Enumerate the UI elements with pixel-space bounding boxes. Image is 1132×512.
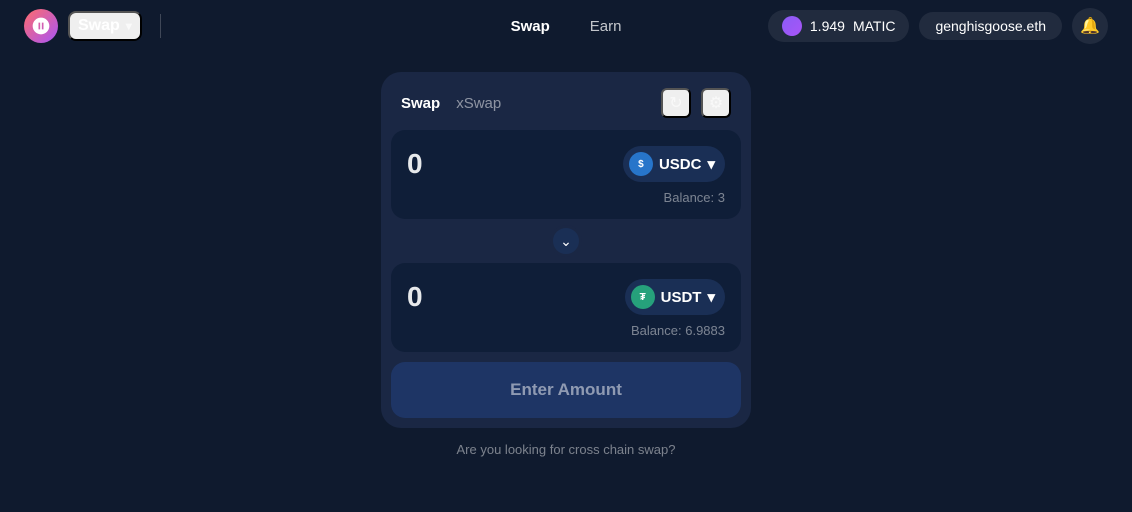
from-token-chevron-icon: ▾ xyxy=(707,155,715,173)
card-tabs: Swap xSwap xyxy=(401,93,501,114)
nav-link-swap[interactable]: Swap xyxy=(503,14,558,39)
app-logo xyxy=(24,9,58,43)
cross-chain-text: Are you looking for cross chain swap? xyxy=(457,442,676,457)
settings-button[interactable]: ⚙ xyxy=(701,88,731,118)
from-token-balance: Balance: 3 xyxy=(407,190,725,205)
swap-dropdown-label: Swap xyxy=(78,17,120,35)
nav-right: 1.949 MATIC genghisgoose.eth 🔔 xyxy=(768,8,1108,44)
wallet-address-button[interactable]: genghisgoose.eth xyxy=(919,12,1062,40)
usdt-icon: ₮ xyxy=(631,285,655,309)
matic-balance-badge: 1.949 MATIC xyxy=(768,10,910,42)
matic-symbol: MATIC xyxy=(853,18,896,34)
matic-amount: 1.949 xyxy=(810,18,845,34)
card-header: Swap xSwap ↻ ⚙ xyxy=(381,72,751,130)
nav-divider xyxy=(160,14,161,38)
gear-icon: ⚙ xyxy=(709,93,723,113)
swap-direction-wrapper: ⌄ xyxy=(381,225,751,257)
to-token-chevron-icon: ▾ xyxy=(707,288,715,306)
card-action-icons: ↻ ⚙ xyxy=(661,88,731,118)
nav-links: Swap Earn xyxy=(503,14,630,39)
from-token-panel: $ USDC ▾ Balance: 3 xyxy=(391,130,741,219)
to-token-selector[interactable]: ₮ USDT ▾ xyxy=(625,279,725,315)
matic-icon xyxy=(782,16,802,36)
from-token-selector[interactable]: $ USDC ▾ xyxy=(623,146,725,182)
swap-arrow-icon: ⌄ xyxy=(560,233,572,250)
nav-link-earn[interactable]: Earn xyxy=(582,14,630,39)
swap-dropdown-button[interactable]: Swap ▾ xyxy=(68,11,142,41)
refresh-icon: ↻ xyxy=(669,93,682,113)
logo-area: Swap ▾ xyxy=(24,9,169,43)
to-token-row: ₮ USDT ▾ xyxy=(407,279,725,315)
from-amount-input[interactable] xyxy=(407,148,527,180)
refresh-button[interactable]: ↻ xyxy=(661,88,691,118)
to-token-balance: Balance: 6.9883 xyxy=(407,323,725,338)
chevron-down-icon: ▾ xyxy=(126,19,132,33)
tab-xswap[interactable]: xSwap xyxy=(456,93,501,114)
from-token-row: $ USDC ▾ xyxy=(407,146,725,182)
swap-direction-button[interactable]: ⌄ xyxy=(550,225,582,257)
notifications-button[interactable]: 🔔 xyxy=(1072,8,1108,44)
main-content: Swap xSwap ↻ ⚙ $ USDC ▾ xyxy=(0,52,1132,512)
tab-swap[interactable]: Swap xyxy=(401,93,440,114)
swap-card: Swap xSwap ↻ ⚙ $ USDC ▾ xyxy=(381,72,751,428)
navbar: Swap ▾ Swap Earn 1.949 MATIC genghisgoos… xyxy=(0,0,1132,52)
from-token-symbol: USDC xyxy=(659,156,702,173)
to-token-symbol: USDT xyxy=(661,289,702,306)
to-amount-input[interactable] xyxy=(407,281,527,313)
enter-amount-button[interactable]: Enter Amount xyxy=(391,362,741,418)
to-token-panel: ₮ USDT ▾ Balance: 6.9883 xyxy=(391,263,741,352)
usdc-icon: $ xyxy=(629,152,653,176)
bell-icon: 🔔 xyxy=(1080,16,1100,36)
